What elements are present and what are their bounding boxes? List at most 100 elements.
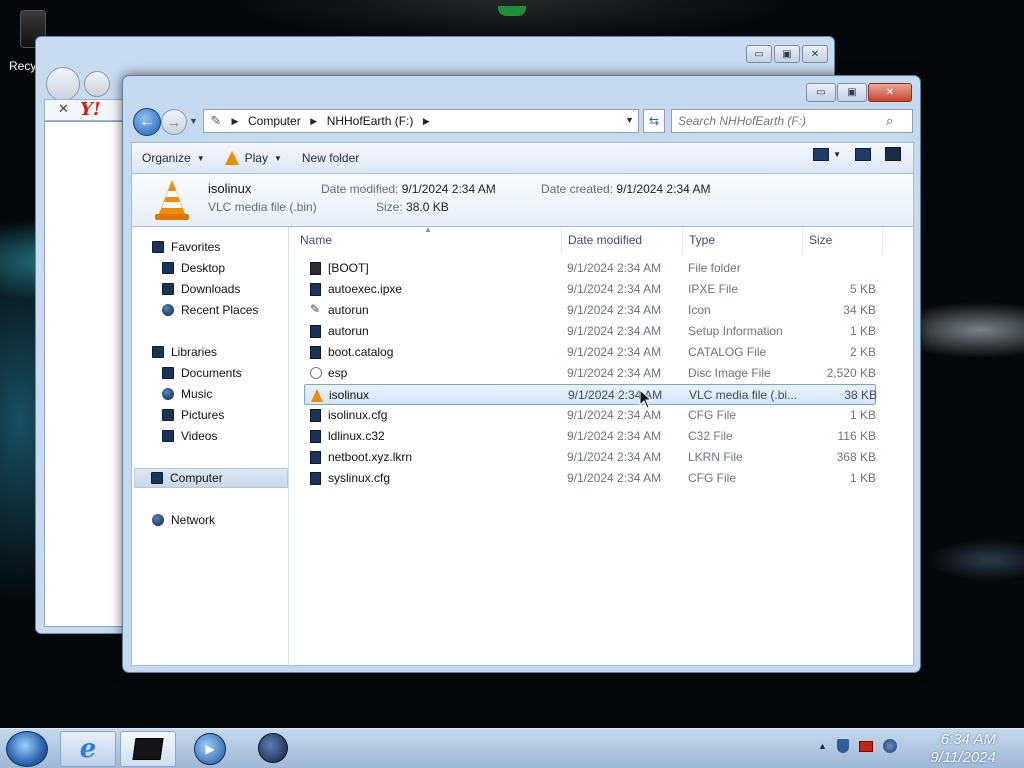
nav-computer[interactable]: Computer — [134, 468, 288, 488]
browser-forward-button[interactable] — [84, 71, 110, 97]
file-row[interactable]: autoexec.ipxe 9/1/2024 2:34 AM IPXE File… — [304, 279, 876, 300]
browser-close-button[interactable]: ✕ — [802, 45, 828, 63]
organize-button[interactable]: Organize ▼ — [132, 145, 215, 171]
security-shield-icon[interactable] — [836, 739, 849, 753]
play-label: Play — [244, 151, 268, 165]
action-center-flag-icon[interactable] — [858, 740, 873, 752]
breadcrumb-drive[interactable]: NHHofEarth (F:) — [321, 114, 420, 128]
file-date: 9/1/2024 2:34 AM — [567, 366, 662, 380]
file-list[interactable]: Name ▲ Date modified Type Size [BOOT] 9/… — [290, 225, 913, 665]
file-size: 368 KB — [836, 450, 876, 464]
show-hidden-icons-icon[interactable]: ▲ — [818, 741, 827, 751]
file-date: 9/1/2024 2:34 AM — [567, 261, 662, 275]
taskbar-explorer-button[interactable] — [120, 731, 176, 767]
file-row[interactable]: ✎ autorun 9/1/2024 2:34 AM Icon 34 KB — [304, 300, 876, 321]
network-status-icon[interactable] — [882, 739, 897, 753]
nav-pictures-label: Pictures — [181, 408, 225, 422]
explorer-app-icon — [132, 738, 164, 760]
explorer-body: Favorites Desktop Downloads Recent Place… — [131, 225, 914, 666]
file-date: 9/1/2024 2:34 AM — [567, 408, 662, 422]
file-size: 1 KB — [849, 408, 876, 422]
preview-pane-icon[interactable] — [855, 147, 871, 161]
taskbar-internet-explorer-button[interactable]: e — [60, 731, 116, 767]
recent-pages-dropdown-icon[interactable]: ▼ — [189, 116, 198, 126]
forward-button[interactable]: → — [161, 109, 187, 135]
file-row[interactable]: boot.catalog 9/1/2024 2:34 AM CATALOG Fi… — [304, 342, 876, 363]
refresh-button[interactable]: ⇆ — [643, 109, 665, 133]
breadcrumb-computer[interactable]: Computer — [242, 114, 307, 128]
column-header-type[interactable]: Type — [683, 227, 803, 253]
play-button[interactable]: Play ▼ — [215, 145, 292, 171]
start-button[interactable] — [6, 731, 48, 767]
nav-music-label: Music — [181, 387, 213, 401]
column-header-size[interactable]: Size — [803, 227, 883, 253]
file-row[interactable]: [BOOT] 9/1/2024 2:34 AM File folder — [304, 258, 876, 279]
column-type-label: Type — [689, 233, 716, 247]
new-folder-button[interactable]: New folder — [292, 145, 369, 171]
nav-documents[interactable]: Documents — [162, 363, 242, 383]
view-options-dropdown-icon[interactable]: ▼ — [833, 150, 841, 159]
yahoo-logo-icon: Y! — [80, 99, 101, 120]
maximize-button[interactable]: ▣ — [837, 83, 867, 102]
explorer-window: ▭ ▣ ✕ ← → ▼ ✎ ▶ Computer ▶ NHHofEarth (F… — [122, 75, 921, 673]
nav-downloads[interactable]: Downloads — [162, 279, 240, 299]
file-row[interactable]: autorun 9/1/2024 2:34 AM Setup Informati… — [304, 321, 876, 342]
close-button[interactable]: ✕ — [868, 83, 912, 102]
nav-desktop[interactable]: Desktop — [162, 258, 225, 278]
help-icon[interactable] — [885, 147, 901, 161]
file-row-selected[interactable]: isolinux 9/1/2024 2:34 AM VLC media file… — [304, 384, 877, 405]
taskbar-globe-app-button[interactable] — [258, 733, 288, 763]
file-row[interactable]: netboot.xyz.lkrn 9/1/2024 2:34 AM LKRN F… — [304, 447, 876, 468]
navigation-pane[interactable]: Favorites Desktop Downloads Recent Place… — [132, 227, 289, 665]
nav-network[interactable]: Network — [152, 510, 215, 530]
details-date-created: Date created: 9/1/2024 2:34 AM — [541, 182, 710, 196]
nav-videos[interactable]: Videos — [162, 426, 217, 446]
search-box[interactable]: ⌕ — [671, 109, 913, 133]
search-input[interactable] — [672, 114, 886, 128]
address-dropdown-icon[interactable]: ▼ — [625, 115, 634, 125]
chevron-right-icon[interactable]: ▶ — [307, 116, 321, 127]
icon-file-icon: ✎ — [310, 302, 321, 316]
recent-places-icon — [162, 304, 174, 316]
change-view-icon[interactable] — [813, 147, 830, 161]
videos-icon — [162, 430, 174, 442]
file-name: [BOOT] — [328, 261, 369, 275]
file-row[interactable]: esp 9/1/2024 2:34 AM Disc Image File 2,5… — [304, 363, 876, 384]
chevron-right-icon[interactable]: ▶ — [228, 116, 242, 127]
file-name: syslinux.cfg — [328, 471, 391, 485]
file-date: 9/1/2024 2:34 AM — [567, 324, 662, 338]
browser-tab-close-icon[interactable]: ✕ — [58, 101, 69, 117]
file-row[interactable]: isolinux.cfg 9/1/2024 2:34 AM CFG File 1… — [304, 405, 876, 426]
column-date-label: Date modified — [568, 233, 643, 247]
column-header-name[interactable]: Name ▲ — [294, 225, 562, 253]
network-icon — [152, 514, 164, 526]
file-row[interactable]: ldlinux.c32 9/1/2024 2:34 AM C32 File 11… — [304, 426, 876, 447]
column-header-date-modified[interactable]: Date modified — [562, 227, 683, 253]
wallpaper-glow — [498, 6, 526, 16]
nav-favorites[interactable]: Favorites — [152, 237, 220, 257]
nav-libraries[interactable]: Libraries — [152, 342, 217, 362]
clock-date: 9/11/2024 — [930, 749, 996, 766]
minimize-button[interactable]: ▭ — [806, 83, 836, 102]
file-type: File folder — [688, 261, 741, 275]
address-bar[interactable]: ✎ ▶ Computer ▶ NHHofEarth (F:) ▶ ▼ — [203, 109, 639, 133]
chevron-right-icon[interactable]: ▶ — [419, 116, 433, 127]
browser-minimize-button[interactable]: ▭ — [746, 45, 772, 63]
size-label: Size: — [376, 200, 403, 214]
browser-maximize-button[interactable]: ▣ — [774, 45, 800, 63]
file-row[interactable]: syslinux.cfg 9/1/2024 2:34 AM CFG File 1… — [304, 468, 876, 489]
file-date: 9/1/2024 2:34 AM — [567, 282, 662, 296]
file-date: 9/1/2024 2:34 AM — [567, 345, 662, 359]
recycle-bin-label[interactable]: Recy — [9, 59, 36, 73]
file-icon — [310, 283, 321, 296]
system-clock[interactable]: 6:34 AM 9/11/2024 — [930, 731, 996, 767]
search-icon[interactable]: ⌕ — [886, 113, 893, 129]
nav-recent-places[interactable]: Recent Places — [162, 300, 258, 320]
details-pane: isolinux VLC media file (.bin) Date modi… — [131, 174, 914, 226]
nav-music[interactable]: Music — [162, 384, 212, 404]
taskbar-media-player-button[interactable]: ▶ — [194, 733, 226, 765]
back-button[interactable]: ← — [133, 108, 161, 136]
browser-back-button[interactable] — [46, 67, 80, 101]
internet-explorer-icon: e — [79, 734, 97, 764]
nav-pictures[interactable]: Pictures — [162, 405, 224, 425]
